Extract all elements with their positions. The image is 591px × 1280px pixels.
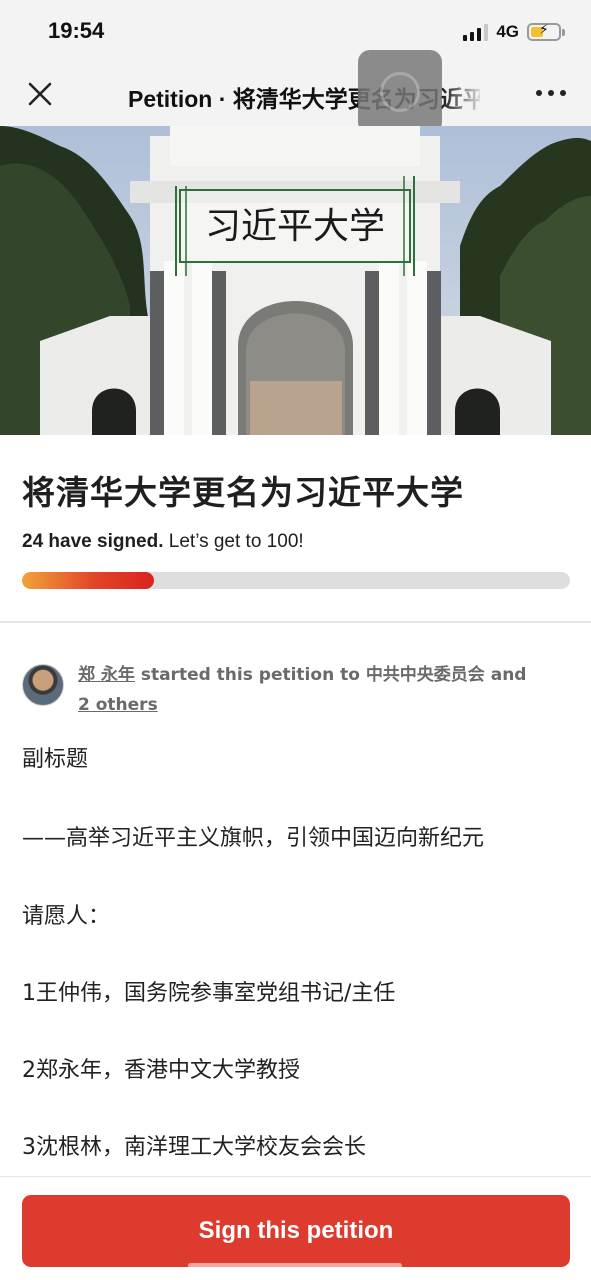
close-button[interactable]: [22, 76, 58, 112]
goal-text: Let’s get to 100!: [163, 531, 304, 552]
body-line: 副标题: [22, 747, 89, 772]
status-bar: 19:54 4G ⚡: [0, 0, 591, 62]
avatar[interactable]: [22, 664, 64, 706]
body-line: ——高举习近平主义旗帜，引领中国迈向新纪元: [22, 826, 485, 851]
floating-window-button[interactable]: [358, 50, 442, 134]
battery-icon: ⚡: [527, 22, 565, 41]
signature-count: 24 have signed. Let’s get to 100!: [22, 531, 304, 553]
starter-text: 郑 永年 started this petition to 中共中央委员会 an…: [78, 665, 527, 715]
home-indicator: [188, 1263, 402, 1268]
status-indicators: 4G ⚡: [463, 20, 565, 44]
hero-overlay-text: 习近平大学: [205, 206, 385, 247]
others-link[interactable]: 2 others: [78, 695, 158, 715]
body-line: 3沈根林，南洋理工大学校友会会长: [22, 1135, 366, 1160]
close-icon: [28, 82, 52, 106]
body-line: 2郑永年，香港中文大学教授: [22, 1058, 300, 1083]
body-line: 请愿人：: [22, 904, 111, 929]
petition-title: 将清华大学更名为习近平大学: [22, 473, 464, 512]
divider: [0, 621, 591, 623]
nav-bar: Petition · 将清华大学更名为习近平大学: [0, 50, 591, 134]
floating-icon: [380, 72, 420, 112]
petition-target: 中共中央委员会: [365, 665, 485, 685]
sign-petition-button[interactable]: Sign this petition: [22, 1195, 570, 1267]
body-line: 1王仲伟，国务院参事室党组书记/主任: [22, 981, 396, 1006]
starter-name-link[interactable]: 郑 永年: [78, 665, 135, 685]
signature-progress-bar: [22, 572, 570, 589]
signal-icon: [463, 23, 489, 41]
more-button[interactable]: [536, 90, 566, 100]
signed-count: 24 have signed.: [22, 531, 164, 552]
hero-image: 习近平大学: [0, 126, 591, 435]
bottom-action-bar: Sign this petition: [0, 1176, 591, 1280]
network-type: 4G: [496, 22, 519, 41]
more-icon: [536, 90, 542, 96]
status-time: 19:54: [48, 18, 105, 43]
progress-fill: [22, 572, 154, 589]
